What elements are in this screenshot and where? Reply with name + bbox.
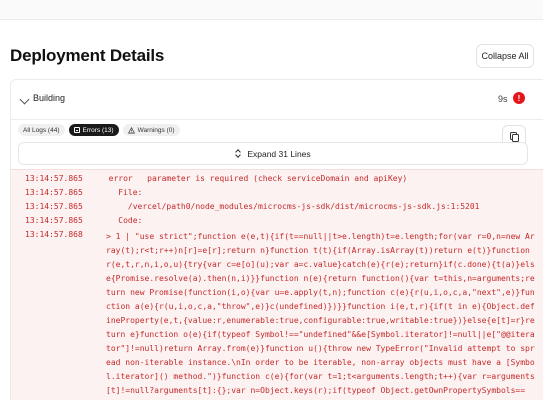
chevron-up-down-icon bbox=[235, 149, 241, 158]
error-box-icon bbox=[73, 127, 80, 133]
log-timestamp: 13:14:57.868 bbox=[25, 230, 83, 239]
log-timestamp: 13:14:57.865 bbox=[25, 188, 83, 197]
log-timestamp: 13:14:57.865 bbox=[25, 216, 83, 225]
collapse-all-button[interactable]: Collapse All bbox=[476, 44, 534, 68]
copy-icon-front bbox=[512, 134, 519, 142]
filter-errors-label: Errors (13) bbox=[82, 126, 114, 134]
warning-triangle-icon bbox=[127, 126, 135, 134]
build-duration: 9s bbox=[498, 94, 508, 104]
filter-warnings-label: Warnings (0) bbox=[137, 126, 175, 134]
expand-lines-button[interactable]: Expand 31 Lines bbox=[18, 142, 528, 165]
filter-warnings[interactable]: Warnings (0) bbox=[122, 124, 180, 136]
log-output: 13:14:57.865 error parameter is required… bbox=[11, 169, 543, 400]
log-code-snippet: > 1 | "use strict";function e(e,t){if(t=… bbox=[106, 232, 535, 395]
expand-lines-label: Expand 31 Lines bbox=[247, 148, 311, 159]
log-timestamp: 13:14:57.865 bbox=[25, 174, 83, 183]
filter-all-logs-label: All Logs (44) bbox=[23, 126, 60, 134]
build-step-row[interactable]: Building 9s ! bbox=[11, 80, 543, 120]
log-message: File: bbox=[99, 188, 143, 197]
page-title: Deployment Details bbox=[10, 46, 165, 65]
build-panel: Building 9s ! All Logs (44) Errors (13) … bbox=[10, 79, 543, 400]
log-timestamp: 13:14:57.865 bbox=[25, 202, 83, 211]
log-message: /vercel/path0/node_modules/microcms-js-s… bbox=[99, 202, 480, 211]
top-bar bbox=[0, 0, 543, 20]
chevron-down-icon bbox=[19, 94, 30, 105]
error-badge-icon: ! bbox=[513, 92, 525, 104]
filter-errors[interactable]: Errors (13) bbox=[68, 124, 119, 136]
log-message: Code: bbox=[99, 216, 143, 225]
filter-all-logs[interactable]: All Logs (44) bbox=[18, 124, 65, 136]
log-filter-tabs: All Logs (44) Errors (13) Warnings (0) bbox=[18, 124, 180, 136]
log-message: error parameter is required (check servi… bbox=[99, 174, 408, 183]
build-step-label: Building bbox=[33, 93, 66, 103]
